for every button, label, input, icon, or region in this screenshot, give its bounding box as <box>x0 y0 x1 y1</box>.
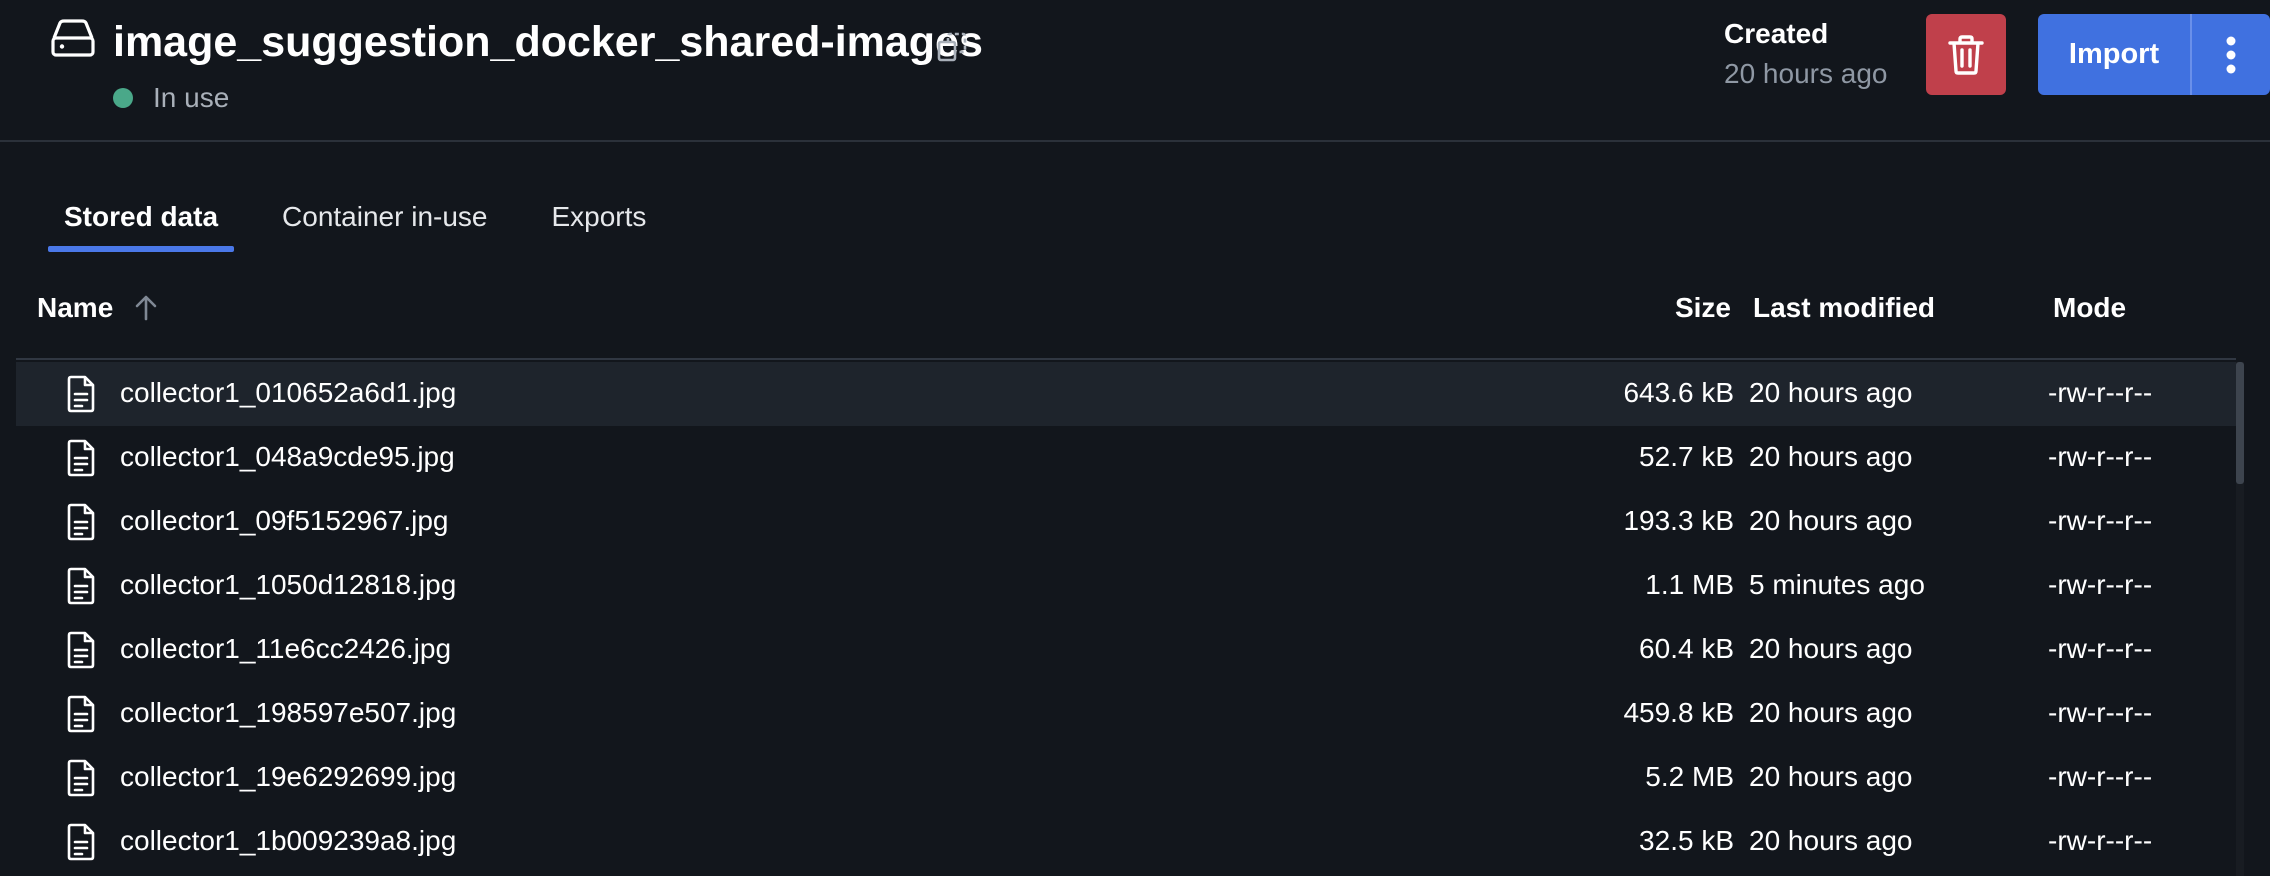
table-row[interactable]: collector1_11e6cc2426.jpg 60.4 kB 20 hours… <box>16 618 2236 682</box>
file-mode: -rw-r--r-- <box>2048 633 2153 664</box>
file-list: collector1_010652a6d1.jpg 643.6 kB 20 hour… <box>16 362 2236 874</box>
created-label: Created <box>1724 18 1829 49</box>
table-row[interactable]: collector1_198597e507.jpg 459.8 kB 20 hour… <box>16 682 2236 746</box>
file-icon <box>67 567 95 605</box>
file-last-modified: 20 hours ago <box>1749 825 1913 856</box>
volume-title: image_suggestion_docker_shared-images <box>113 18 983 66</box>
column-header-name-label: Name <box>37 292 114 323</box>
file-name: collector1_19e6292699.jpg <box>120 761 457 792</box>
file-mode: -rw-r--r-- <box>2048 825 2153 856</box>
table-row[interactable]: collector1_048a9cde95.jpg 52.7 kB 20 hours… <box>16 426 2236 490</box>
file-last-modified: 20 hours ago <box>1749 505 1913 536</box>
created-value: 20 hours ago <box>1724 58 1888 89</box>
file-name: collector1_1050d12818.jpg <box>120 569 457 600</box>
volume-header: image_suggestion_docker_shared-images In… <box>0 0 2270 142</box>
file-icon <box>67 375 95 413</box>
column-header-name[interactable]: Name <box>37 292 159 324</box>
file-icon <box>67 823 95 861</box>
file-last-modified: 20 hours ago <box>1749 441 1913 472</box>
file-icon <box>67 695 95 733</box>
column-header-size[interactable]: Size <box>1675 292 1731 324</box>
import-button-group: Import <box>2038 14 2270 95</box>
file-last-modified: 5 minutes ago <box>1749 569 1925 600</box>
table-row[interactable]: collector1_1050d12818.jpg 1.1 MB 5 minutes… <box>16 554 2236 618</box>
file-icon <box>67 759 95 797</box>
file-name: collector1_198597e507.jpg <box>120 697 457 728</box>
tab-exports[interactable]: Exports <box>535 190 662 252</box>
file-icon <box>67 503 95 541</box>
file-icon <box>67 439 95 477</box>
file-size: 459.8 kB <box>1623 697 1734 728</box>
file-mode: -rw-r--r-- <box>2048 441 2153 472</box>
status-dot-icon <box>113 88 133 108</box>
table-row[interactable]: collector1_19e6292699.jpg 5.2 MB 20 hours … <box>16 746 2236 810</box>
delete-button[interactable] <box>1926 14 2006 95</box>
file-mode: -rw-r--r-- <box>2048 761 2153 792</box>
file-size: 1.1 MB <box>1645 569 1734 600</box>
tab-bar: Stored data Container in-use Exports <box>48 190 694 252</box>
file-size: 32.5 kB <box>1639 825 1734 856</box>
file-mode: -rw-r--r-- <box>2048 505 2153 536</box>
column-header-mode[interactable]: Mode <box>2053 292 2126 324</box>
table-row[interactable]: collector1_09f5152967.jpg 193.3 kB 20 hour… <box>16 490 2236 554</box>
file-mode: -rw-r--r-- <box>2048 377 2153 408</box>
tab-stored-data[interactable]: Stored data <box>48 190 235 252</box>
import-button[interactable]: Import <box>2038 14 2192 95</box>
trash-icon <box>1948 34 1984 75</box>
file-size: 643.6 kB <box>1623 377 1734 408</box>
sort-ascending-icon <box>135 295 157 321</box>
file-name: collector1_1b009239a8.jpg <box>120 825 457 856</box>
file-last-modified: 20 hours ago <box>1749 633 1913 664</box>
volume-status: In use <box>113 82 229 114</box>
file-last-modified: 20 hours ago <box>1749 761 1913 792</box>
table-header: Name Size Last modified Mode <box>16 278 2236 360</box>
table-row[interactable]: collector1_010652a6d1.jpg 643.6 kB 20 hour… <box>16 362 2236 426</box>
file-name: collector1_11e6cc2426.jpg <box>120 633 452 664</box>
file-mode: -rw-r--r-- <box>2048 697 2153 728</box>
copy-icon[interactable] <box>935 30 969 64</box>
file-name: collector1_09f5152967.jpg <box>120 505 449 536</box>
file-size: 5.2 MB <box>1645 761 1734 792</box>
file-name: collector1_010652a6d1.jpg <box>120 377 457 408</box>
file-mode: -rw-r--r-- <box>2048 569 2153 600</box>
file-size: 193.3 kB <box>1623 505 1734 536</box>
file-last-modified: 20 hours ago <box>1749 377 1913 408</box>
file-size: 60.4 kB <box>1639 633 1734 664</box>
more-vertical-icon <box>2226 36 2236 73</box>
scrollbar-thumb[interactable] <box>2236 362 2244 484</box>
table-row[interactable]: collector1_1b009239a8.jpg 32.5 kB 20 hours… <box>16 810 2236 874</box>
file-icon <box>67 631 95 669</box>
status-text: In use <box>153 82 230 113</box>
column-header-last-modified[interactable]: Last modified <box>1753 292 1935 324</box>
file-size: 52.7 kB <box>1639 441 1734 472</box>
file-name: collector1_048a9cde95.jpg <box>120 441 455 472</box>
tab-container-in-use[interactable]: Container in-use <box>266 190 503 252</box>
more-options-button[interactable] <box>2192 14 2270 95</box>
hard-drive-icon <box>51 19 95 57</box>
file-last-modified: 20 hours ago <box>1749 697 1913 728</box>
